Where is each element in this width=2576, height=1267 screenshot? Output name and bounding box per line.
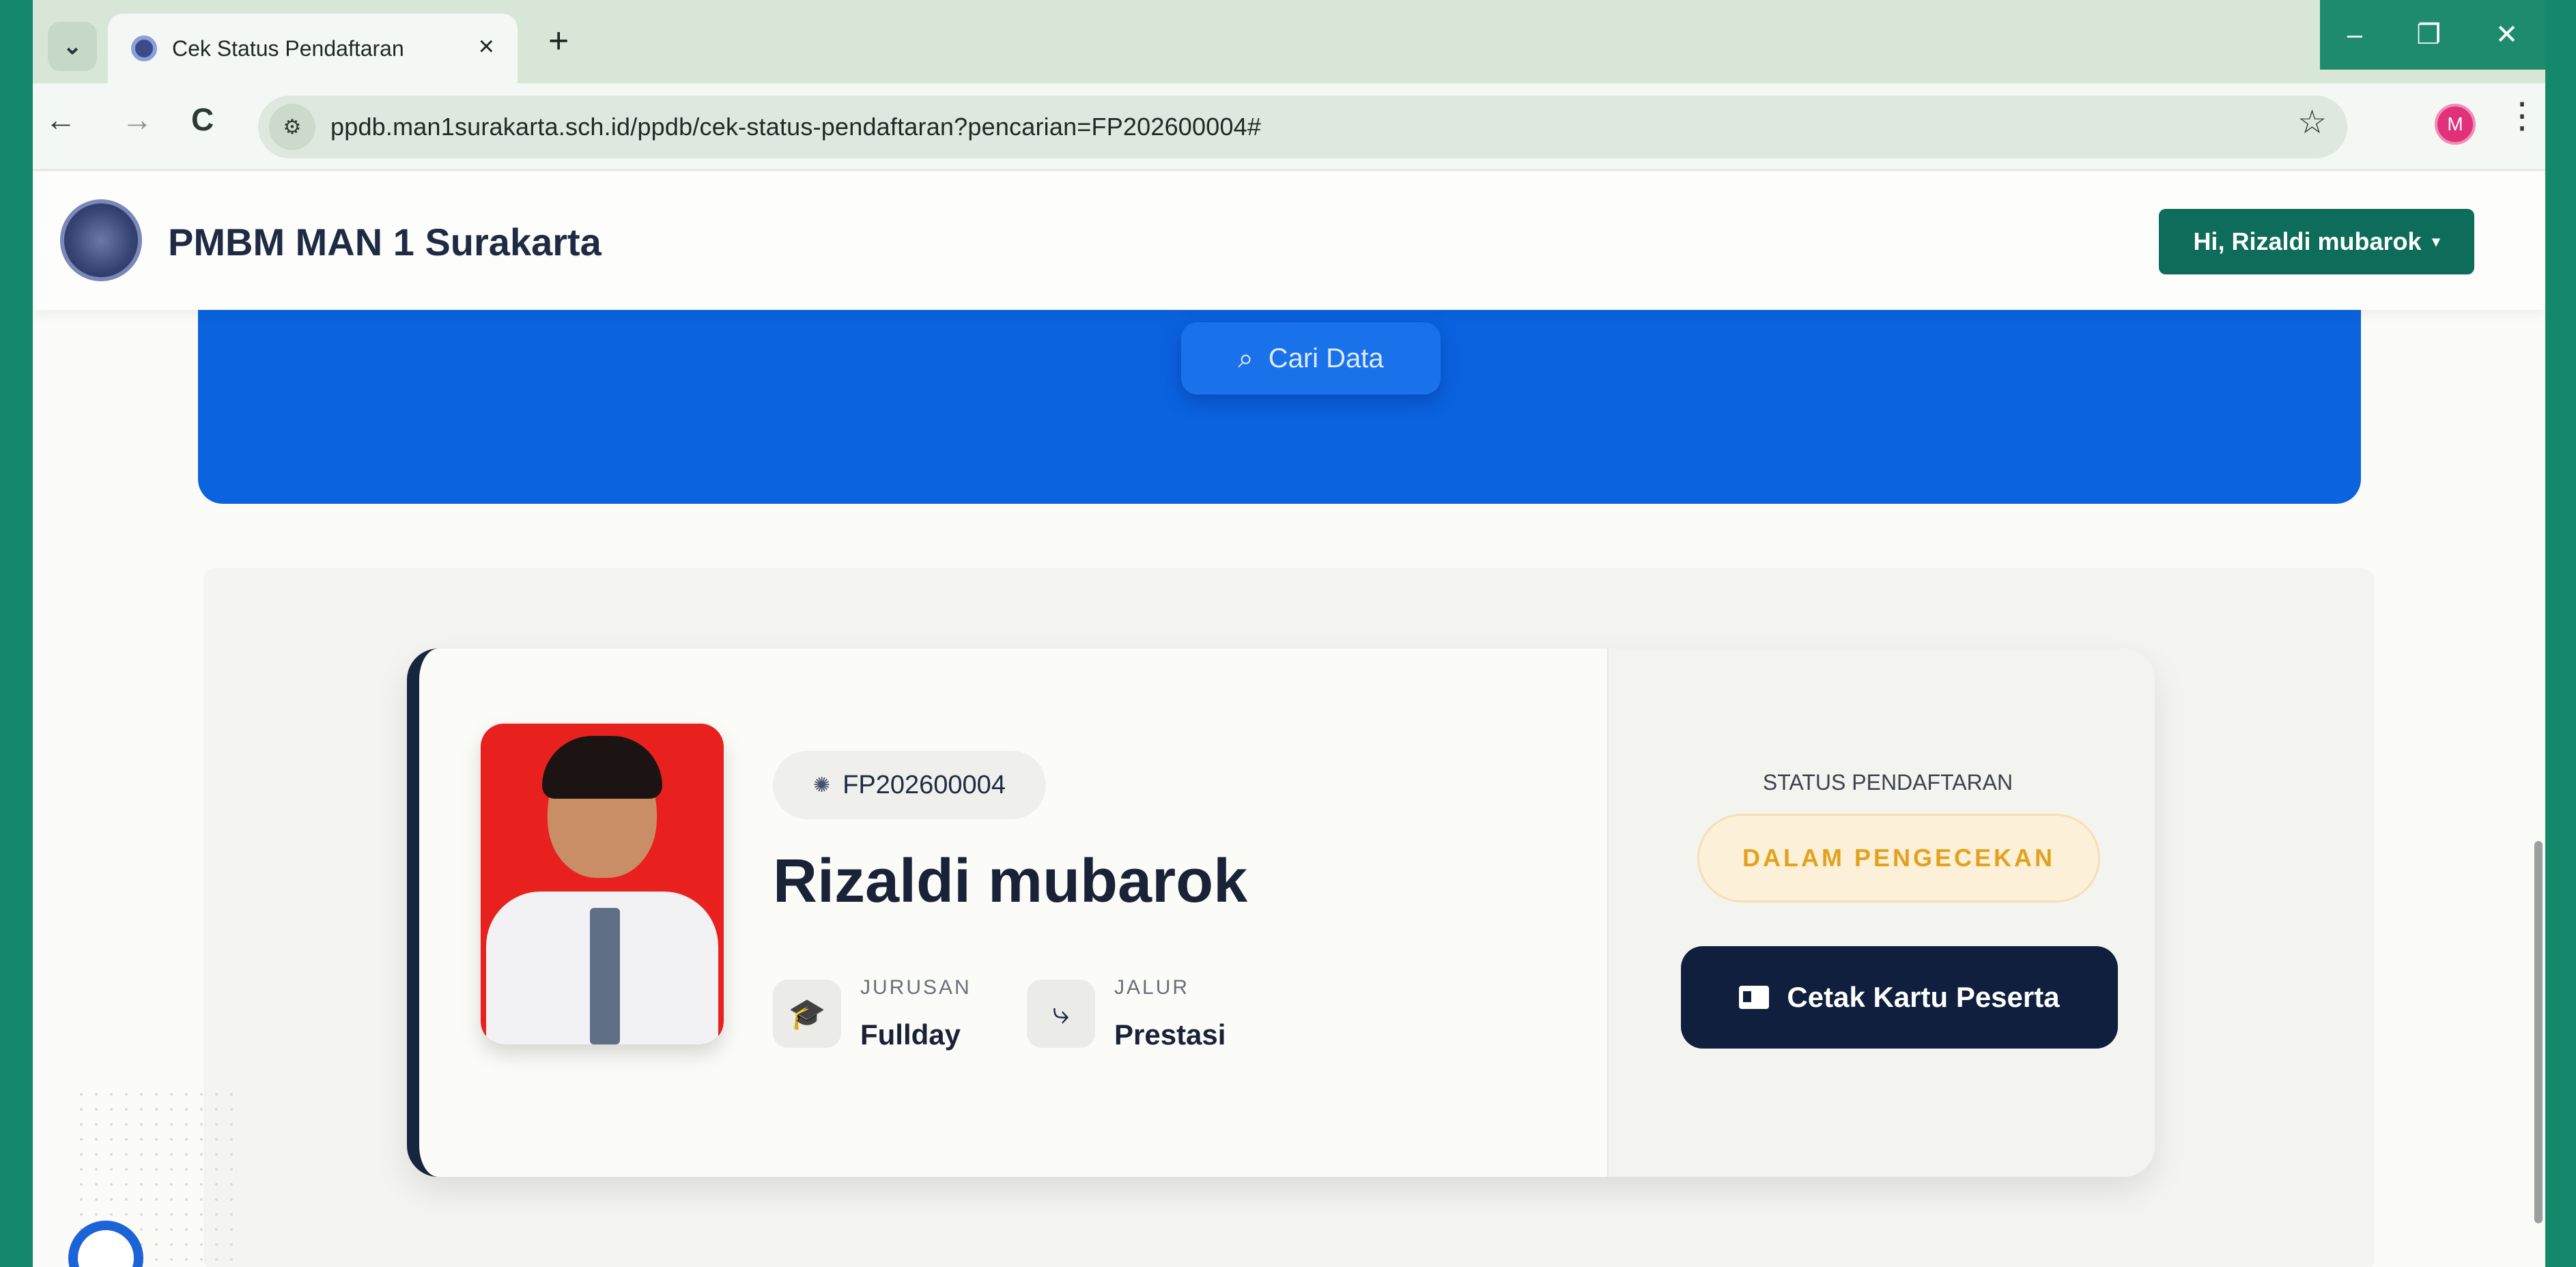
bookmark-star-icon[interactable]: ☆ — [2297, 106, 2327, 139]
student-status-card: ✺ FP202600004 Rizaldi mubarok 🎓 JURUSAN … — [407, 649, 2155, 1177]
browser-menu-icon[interactable]: ⋮ — [2504, 98, 2540, 134]
url-text[interactable]: ppdb.man1surakarta.sch.id/ppdb/cek-statu… — [330, 113, 1261, 141]
site-info-icon[interactable]: ⚙ — [269, 104, 315, 150]
tab-cek-status[interactable]: Cek Status Pendaftaran × — [108, 14, 518, 83]
tab-title: Cek Status Pendaftaran — [172, 35, 404, 61]
search-icon: ⌕ — [1238, 343, 1254, 373]
profile-avatar[interactable]: M — [2435, 104, 2476, 145]
graduation-cap-icon: 🎓 — [773, 980, 841, 1048]
tab-close-icon[interactable]: × — [479, 31, 494, 62]
photo-tie — [590, 908, 620, 1044]
photo-hair — [542, 736, 662, 799]
user-greeting: Hi, Rizaldi mubarok — [2193, 227, 2422, 255]
browser-window: ⌄ Cek Status Pendaftaran × + – ❐ ✕ ← → C… — [33, 0, 2545, 1267]
search-data-button[interactable]: ⌕ Cari Data — [1181, 322, 1441, 395]
student-photo — [481, 724, 724, 1044]
tab-search-dropdown-icon[interactable]: ⌄ — [48, 22, 97, 71]
jalur-label: JALUR — [1114, 976, 1190, 999]
browser-toolbar: ← → C ⚙ ppdb.man1surakarta.sch.id/ppdb/c… — [33, 83, 2545, 171]
jurusan-info: 🎓 JURUSAN Fullday — [773, 976, 972, 1051]
address-bar[interactable]: ⚙ ppdb.man1surakarta.sch.id/ppdb/cek-sta… — [258, 96, 2347, 158]
new-tab-icon[interactable]: + — [548, 23, 569, 59]
jalur-info: ⤷ JALUR Prestasi — [1027, 976, 1226, 1051]
site-favicon-icon — [131, 35, 157, 61]
status-title: STATUS PENDAFTARAN — [1762, 770, 2013, 795]
registration-number: FP202600004 — [843, 770, 1006, 799]
reload-icon[interactable]: C — [191, 104, 214, 135]
maximize-icon[interactable]: ❐ — [2416, 19, 2441, 51]
user-menu-button[interactable]: Hi, Rizaldi mubarok ▾ — [2159, 209, 2474, 274]
web-page: ⌕ Cari Data PMBM MAN 1 Surakarta Hi, Riz… — [33, 172, 2545, 1267]
jurusan-value: Fullday — [860, 1019, 961, 1051]
student-name: Rizaldi mubarok — [773, 847, 1248, 915]
print-card-label: Cetak Kartu Peserta — [1787, 981, 2060, 1013]
site-header: PMBM MAN 1 Surakarta Hi, Rizaldi mubarok… — [33, 172, 2545, 310]
page-scrollbar[interactable] — [2534, 841, 2543, 1223]
jalur-value: Prestasi — [1114, 1019, 1226, 1051]
caret-down-icon: ▾ — [2432, 233, 2440, 250]
school-logo[interactable] — [60, 199, 142, 281]
print-card-button[interactable]: Cetak Kartu Peserta — [1681, 946, 2118, 1049]
id-card-icon — [1739, 986, 1770, 1009]
brand-title[interactable]: PMBM MAN 1 Surakarta — [168, 220, 601, 264]
minimize-icon[interactable]: – — [2347, 20, 2362, 51]
registration-number-pill: ✺ FP202600004 — [773, 751, 1046, 819]
route-icon: ⤷ — [1027, 980, 1095, 1048]
back-icon[interactable]: ← — [45, 104, 76, 135]
status-badge: DALAM PENGECEKAN — [1697, 814, 2100, 902]
status-panel: STATUS PENDAFTARAN DALAM PENGECEKAN Ceta… — [1607, 649, 2155, 1177]
search-button-label: Cari Data — [1268, 343, 1384, 373]
forward-icon[interactable]: → — [122, 104, 153, 135]
window-close-icon[interactable]: ✕ — [2495, 19, 2519, 51]
window-controls: – ❐ ✕ — [2320, 0, 2545, 70]
fingerprint-icon: ✺ — [813, 773, 831, 797]
tab-bar: ⌄ Cek Status Pendaftaran × + – ❐ ✕ — [33, 0, 2545, 83]
jurusan-label: JURUSAN — [860, 976, 972, 999]
